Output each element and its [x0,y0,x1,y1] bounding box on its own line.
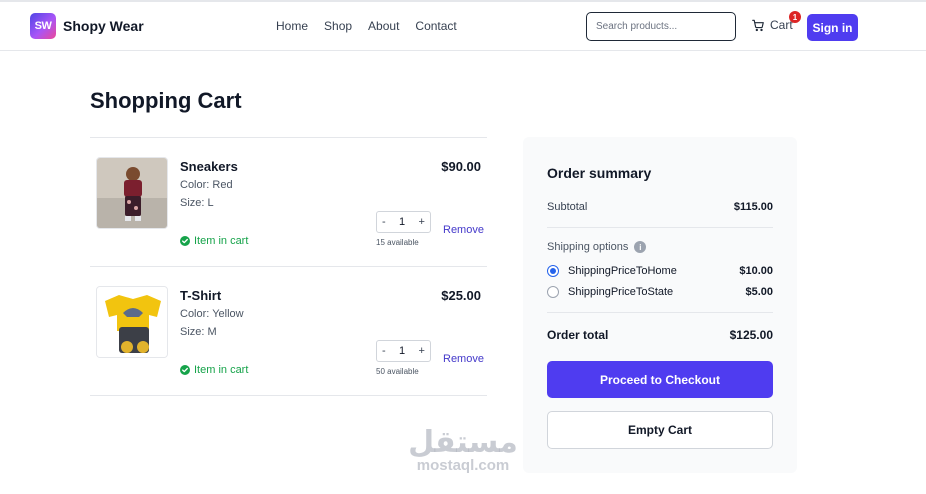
nav-contact[interactable]: Contact [415,19,456,33]
order-total-row: Order total $125.00 [547,328,773,342]
item-price: $90.00 [441,159,481,174]
shipping-option-home[interactable]: ShippingPriceToHome $10.00 [547,265,773,277]
divider [547,312,773,313]
subtotal-label: Subtotal [547,201,588,213]
cart-icon [752,19,764,32]
shipping-option-price: $5.00 [745,286,773,298]
increment-button[interactable]: + [419,216,425,228]
nav-home[interactable]: Home [276,19,308,33]
watermark-arabic: مستقل [408,425,518,460]
subtotal-row: Subtotal $115.00 [547,201,773,213]
item-status-label: Item in cart [194,235,249,247]
product-image-sneakers[interactable] [96,157,168,229]
signin-button[interactable]: Sign in [807,14,858,41]
divider [547,227,773,228]
item-color: Color: Red [180,179,233,191]
shipping-option-label: ShippingPriceToState [568,286,674,298]
watermark: مستقل mostaql.com [406,425,520,474]
item-status: Item in cart [180,364,248,376]
cart-count-badge: 1 [789,11,801,23]
order-total-label: Order total [547,328,609,342]
empty-cart-button[interactable]: Empty Cart [547,411,773,449]
product-image-tshirt[interactable] [96,286,168,358]
cart-link[interactable]: Cart [751,18,793,32]
check-circle-icon [180,236,190,246]
quantity-value: 1 [399,345,406,357]
stock-available: 15 available [376,238,419,247]
remove-button[interactable]: Remove [443,353,484,365]
quantity-value: 1 [399,216,406,228]
decrement-button[interactable]: - [382,345,386,357]
item-name[interactable]: T-Shirt [180,288,221,303]
cart-item: T-Shirt Color: Yellow Size: M $25.00 Ite… [90,267,487,396]
site-header: SW Shopy Wear Home Shop About Contact Ca… [0,2,926,51]
quantity-stepper[interactable]: - 1 + [376,211,431,233]
logo-icon[interactable]: SW [30,13,56,39]
order-summary-title: Order summary [547,165,652,181]
nav-shop[interactable]: Shop [324,19,352,33]
item-price: $25.00 [441,288,481,303]
shipping-options-label: Shipping options i [547,241,647,253]
radio-unselected[interactable] [547,286,559,298]
check-circle-icon [180,365,190,375]
page-title: Shopping Cart [90,88,242,113]
order-summary-panel: Order summary Subtotal $115.00 Shipping … [523,137,797,473]
increment-button[interactable]: + [419,345,425,357]
shipping-option-state[interactable]: ShippingPriceToState $5.00 [547,286,773,298]
product-photo-icon [97,287,167,357]
item-name[interactable]: Sneakers [180,159,238,174]
item-status-label: Item in cart [194,364,249,376]
product-photo-icon [97,158,167,228]
radio-selected[interactable] [547,265,559,277]
item-size: Size: L [180,197,214,209]
quantity-stepper[interactable]: - 1 + [376,340,431,362]
stock-available: 50 available [376,367,419,376]
item-size: Size: M [180,326,217,338]
main-nav: Home Shop About Contact [276,19,473,33]
subtotal-value: $115.00 [733,201,773,213]
brand-name[interactable]: Shopy Wear [63,18,144,34]
decrement-button[interactable]: - [382,216,386,228]
info-icon[interactable]: i [634,241,647,253]
search-input[interactable] [586,12,736,41]
order-total-value: $125.00 [729,328,773,342]
remove-button[interactable]: Remove [443,224,484,236]
nav-about[interactable]: About [368,19,399,33]
item-color: Color: Yellow [180,308,244,320]
cart-items-list: Sneakers Color: Red Size: L $90.00 Item … [90,137,487,396]
cart-item: Sneakers Color: Red Size: L $90.00 Item … [90,138,487,267]
shipping-option-label: ShippingPriceToHome [568,265,677,277]
watermark-latin: mostaql.com [416,457,510,474]
item-status: Item in cart [180,235,248,247]
checkout-button[interactable]: Proceed to Checkout [547,361,773,398]
shipping-option-price: $10.00 [739,265,773,277]
shipping-options-text: Shipping options [547,241,629,253]
